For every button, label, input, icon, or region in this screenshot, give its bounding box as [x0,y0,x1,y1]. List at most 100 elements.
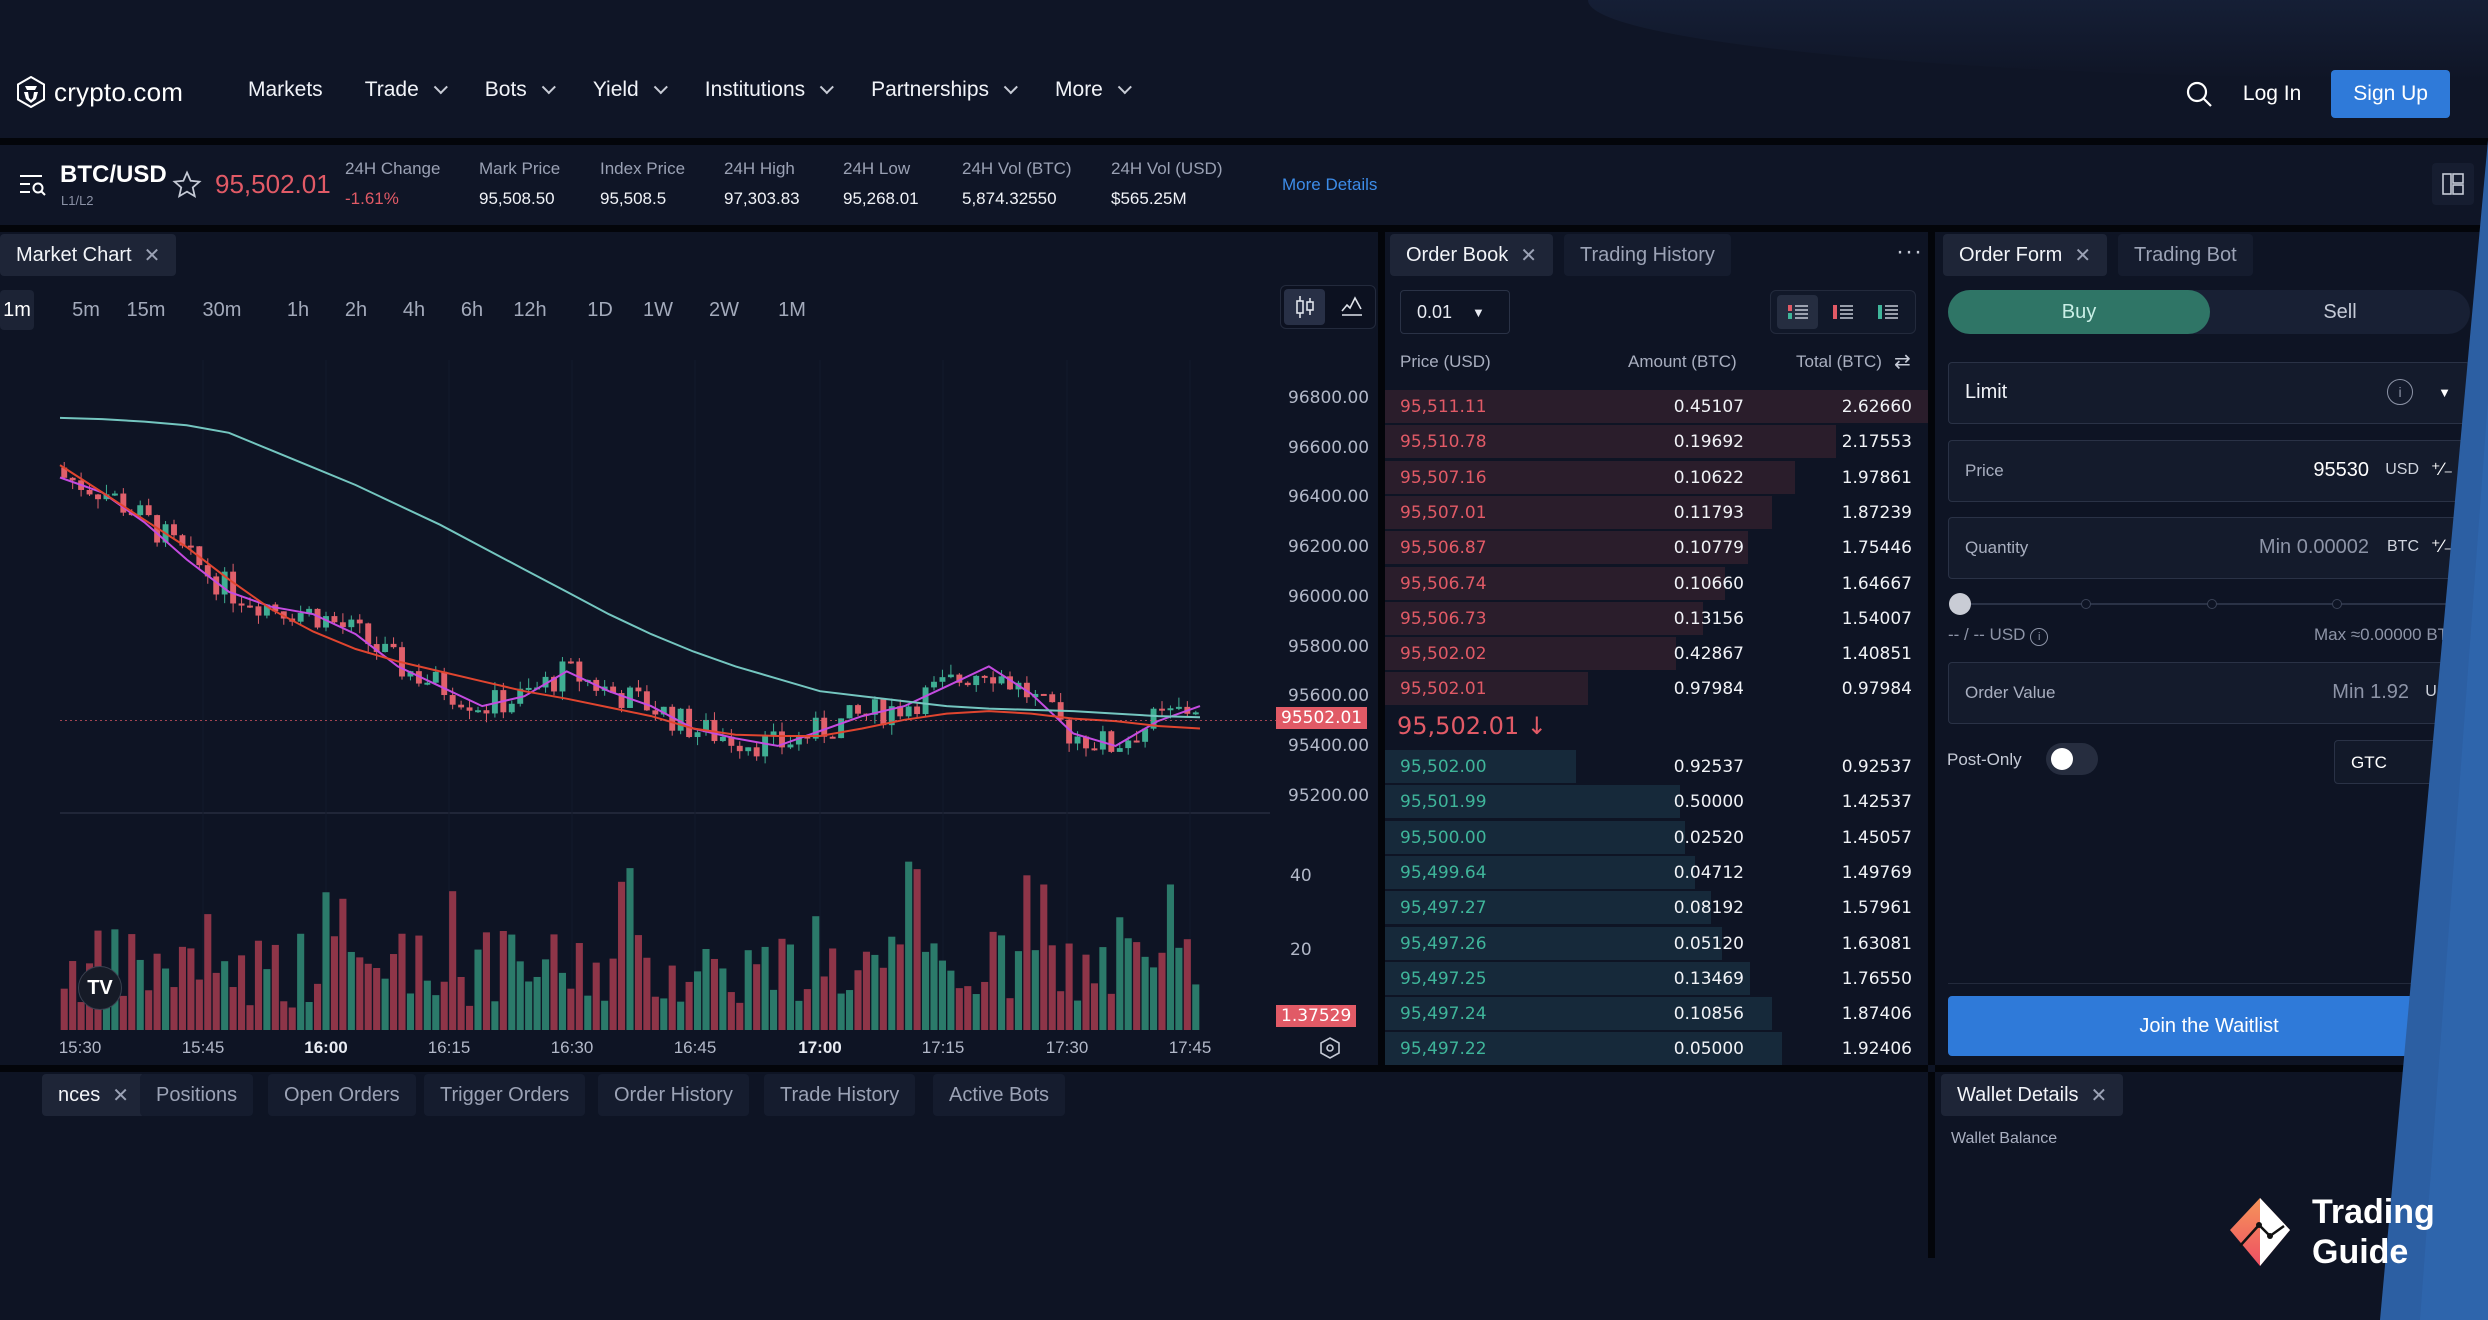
favorite-star-icon[interactable] [172,170,202,200]
timeframe-1D[interactable]: 1D [574,290,626,330]
volume-bar [491,1001,499,1030]
tab-order-form[interactable]: Order Form ✕ [1943,234,2108,276]
brand-logo[interactable]: crypto.com [16,76,183,108]
nav-more[interactable]: More [1055,78,1132,102]
stat-label: 24H High [724,159,795,178]
nav-yield[interactable]: Yield [593,78,668,102]
bottom-tab-order-history[interactable]: Order History [598,1074,749,1116]
bid-row[interactable]: 95,501.99 0.50000 1.42537 [1385,785,1928,819]
timeframe-4h[interactable]: 4h [388,290,440,330]
tab-trading-bot[interactable]: Trading Bot [2118,234,2253,276]
swap-icon[interactable]: ⇄ [1894,349,1911,374]
ask-row[interactable]: 95,506.87 0.10779 1.75446 [1385,531,1928,565]
bottom-tab-open-orders[interactable]: Open Orders [268,1074,416,1116]
bottom-tab-nces[interactable]: nces ✕ [42,1074,146,1116]
chart-settings-icon[interactable] [1318,1036,1342,1060]
ask-row[interactable]: 95,502.01 0.97984 0.97984 [1385,672,1928,706]
candle [635,687,642,692]
view-asks-button[interactable] [1822,295,1863,329]
timeframe-1M[interactable]: 1M [766,290,818,330]
timeframe-2h[interactable]: 2h [330,290,382,330]
buy-button[interactable]: Buy [1948,290,2210,334]
toggle-knob [2051,748,2073,770]
timeframe-1W[interactable]: 1W [632,290,684,330]
bottom-tab-positions[interactable]: Positions [140,1074,254,1116]
ask-row[interactable]: 95,506.74 0.10660 1.64667 [1385,566,1928,600]
timeframe-30m[interactable]: 30m [196,290,248,330]
more-details-link[interactable]: More Details [1282,175,1377,195]
bid-row[interactable]: 95,500.00 0.02520 1.45057 [1385,820,1928,854]
volume-bar [322,892,330,1030]
candle [719,736,726,742]
bottom-tab-trigger-orders[interactable]: Trigger Orders [424,1074,586,1116]
tab-trading-history[interactable]: Trading History [1564,234,1731,276]
close-icon[interactable]: ✕ [1520,243,1537,268]
close-icon[interactable]: ✕ [2091,1083,2108,1108]
search-icon[interactable] [2185,80,2213,108]
tab-order-book[interactable]: Order Book ✕ [1390,234,1554,276]
ask-row[interactable]: 95,507.01 0.11793 1.87239 [1385,495,1928,529]
bid-row[interactable]: 95,499.64 0.04712 1.49769 [1385,855,1928,889]
bottom-tab-trade-history[interactable]: Trade History [764,1074,916,1116]
market-search-menu-icon[interactable] [18,173,48,197]
amount-slider-handle[interactable] [1949,593,1971,615]
bid-row[interactable]: 95,502.00 0.92537 0.92537 [1385,750,1928,783]
timeframe-1h[interactable]: 1h [272,290,324,330]
volume-bar [533,976,541,1030]
candle [787,744,794,748]
view-both-button[interactable] [1777,295,1819,329]
precision-select[interactable]: 0.01 ▼ [1400,290,1510,334]
info-icon[interactable]: i [2030,628,2049,646]
tradingview-logo[interactable]: TV [78,966,122,1010]
candlestick-chart[interactable] [0,340,1378,1065]
timeframe-15m[interactable]: 15m [120,290,172,330]
bid-row[interactable]: 95,497.24 0.10856 1.87406 [1385,997,1928,1031]
view-bids-button[interactable] [1868,295,1909,329]
cell-total: 1.87239 [1841,502,1912,523]
slider-mark-50[interactable] [2207,599,2217,609]
volume-bar [770,989,778,1030]
candle [466,707,473,711]
stat-label: 24H Vol (USD) [1111,159,1223,178]
timeframe-1m[interactable]: 1m [0,290,34,330]
available-value: -- / -- USD [1948,625,2026,644]
bid-row[interactable]: 95,497.27 0.08192 1.57961 [1385,891,1928,925]
post-only-toggle[interactable] [2046,743,2098,775]
bid-row[interactable]: 95,497.26 0.05120 1.63081 [1385,926,1928,960]
timeframe-6h[interactable]: 6h [446,290,498,330]
slider-mark-25[interactable] [2081,599,2091,609]
mid-price: 95,502.01 ↓ [1397,712,1547,740]
ask-row[interactable]: 95,510.78 0.19692 2.17553 [1385,425,1928,459]
volume-bar [136,959,144,1030]
timeframe-5m[interactable]: 5m [60,290,112,330]
tab-market-chart[interactable]: Market Chart ✕ [0,234,177,276]
volume-bar [778,938,786,1030]
candlestick-type-button[interactable] [1284,289,1325,325]
login-link[interactable]: Log In [2243,82,2301,106]
close-icon[interactable]: ✕ [144,243,161,268]
ask-row[interactable]: 95,506.73 0.13156 1.54007 [1385,601,1928,635]
volume-bar [896,944,904,1030]
timeframe-2W[interactable]: 2W [698,290,750,330]
nav-markets[interactable]: Markets [248,78,323,102]
cell-price: 95,510.78 [1400,432,1487,453]
ask-row[interactable]: 95,502.02 0.42867 1.40851 [1385,637,1928,671]
nav-trade[interactable]: Trade [365,78,448,102]
volume-bar [1057,991,1065,1030]
close-icon[interactable]: ✕ [2074,243,2091,268]
nav-institutions[interactable]: Institutions [705,78,835,102]
close-icon[interactable]: ✕ [112,1083,129,1108]
line-type-button[interactable] [1331,289,1372,325]
trading-pair[interactable]: BTC/USD [60,161,167,189]
bottom-tab-active-bots[interactable]: Active Bots [933,1074,1066,1116]
ask-row[interactable]: 95,507.16 0.10622 1.97861 [1385,460,1928,494]
ask-row[interactable]: 95,511.11 0.45107 2.62660 [1385,390,1928,423]
nav-bots[interactable]: Bots [485,78,556,102]
nav-partnerships[interactable]: Partnerships [871,78,1018,102]
slider-mark-75[interactable] [2332,599,2342,609]
bid-row[interactable]: 95,497.22 0.05000 1.92406 [1385,1032,1928,1066]
more-options-icon[interactable]: ··· [1896,238,1923,266]
bid-row[interactable]: 95,497.25 0.13469 1.76550 [1385,961,1928,995]
tab-wallet-details[interactable]: Wallet Details ✕ [1941,1074,2124,1116]
timeframe-12h[interactable]: 12h [504,290,556,330]
